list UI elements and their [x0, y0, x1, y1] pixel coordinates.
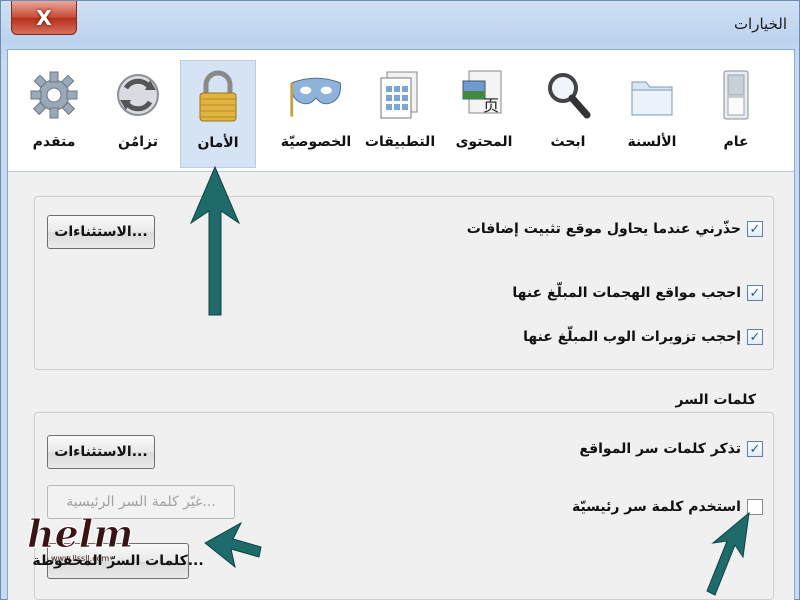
gear-icon: [26, 64, 82, 126]
tab-applications[interactable]: التطبيقات: [362, 60, 438, 168]
applications-icon: [372, 64, 428, 126]
block-attack-sites-checkbox[interactable]: ✓: [747, 285, 763, 301]
block-attack-sites-row[interactable]: ✓ احجب مواقع الهجمات المبلّغ عنها: [512, 285, 763, 301]
block-forgeries-row[interactable]: ✓ إحجب تزويرات الوب المبلّغ عنها: [523, 329, 763, 345]
warn-addons-checkbox[interactable]: ✓: [747, 221, 763, 237]
tab-label: ابحث: [550, 134, 586, 150]
tab-label: عام: [723, 134, 749, 150]
block-attack-sites-label: احجب مواقع الهجمات المبلّغ عنها: [512, 285, 741, 301]
tab-tabs[interactable]: الألسنة: [614, 60, 690, 168]
padlock-icon: [190, 65, 246, 127]
category-toolbar: عام الألسنة ابحث 页 المحتوى التطبيقات الخ…: [8, 50, 794, 172]
remember-passwords-checkbox[interactable]: ✓: [747, 441, 763, 457]
annotation-arrow-diagonal-icon: [706, 511, 750, 596]
window-title: الخيارات: [733, 15, 787, 33]
tab-privacy[interactable]: الخصوصيّة: [274, 60, 358, 168]
password-exceptions-button[interactable]: الاستثناءات...: [47, 435, 155, 469]
tab-label: تزامُن: [117, 134, 159, 150]
annotation-arrow-up-icon: [189, 165, 241, 316]
tab-search[interactable]: ابحث: [530, 60, 606, 168]
tab-general[interactable]: عام: [698, 60, 774, 168]
tab-label: الأمان: [197, 135, 239, 151]
sync-icon: [110, 64, 166, 126]
mask-icon: [288, 64, 344, 126]
security-group: ✓ حذّرني عندما يحاول موقع تثبيت إضافات ا…: [34, 196, 774, 370]
switch-icon: [708, 64, 764, 126]
warn-addons-label: حذّرني عندما يحاول موقع تثبيت إضافات: [466, 221, 741, 237]
tab-sync[interactable]: تزامُن: [100, 60, 176, 168]
svg-text:helm: helm: [27, 511, 133, 556]
tab-label: متقدم: [32, 134, 76, 150]
tab-label: الألسنة: [627, 134, 677, 150]
content-page-icon: 页: [456, 64, 512, 126]
tab-label: المحتوى: [455, 134, 513, 150]
addon-exceptions-button[interactable]: الاستثناءات...: [47, 215, 155, 249]
folder-tabs-icon: [624, 64, 680, 126]
options-window: X الخيارات عام الألسنة ابحث 页 المحتوى ال…: [0, 0, 800, 600]
remember-passwords-label: تذكر كلمات سر المواقع: [579, 441, 741, 457]
passwords-section-title: كلمات السر: [675, 392, 756, 408]
block-forgeries-checkbox[interactable]: ✓: [747, 329, 763, 345]
tab-label: الخصوصيّة: [280, 134, 352, 150]
svg-text:www.llssll.com: www.llssll.com: [51, 554, 110, 563]
close-icon: X: [36, 5, 52, 30]
tab-security[interactable]: الأمان: [180, 60, 256, 168]
svg-text:页: 页: [483, 96, 499, 115]
tab-advanced[interactable]: متقدم: [16, 60, 92, 168]
annotation-arrow-left-icon: [204, 521, 262, 569]
warn-addons-row[interactable]: ✓ حذّرني عندما يحاول موقع تثبيت إضافات: [467, 221, 763, 237]
magnifier-icon: [540, 64, 596, 126]
block-forgeries-label: إحجب تزويرات الوب المبلّغ عنها: [523, 329, 741, 345]
tab-label: التطبيقات: [364, 134, 436, 150]
passwords-group: ✓ تذكر كلمات سر المواقع الاستثناءات... ا…: [32, 412, 774, 600]
remember-passwords-row[interactable]: ✓ تذكر كلمات سر المواقع: [579, 441, 763, 457]
close-button[interactable]: X: [11, 1, 77, 35]
tab-content[interactable]: 页 المحتوى: [446, 60, 522, 168]
watermark-logo: helm www.llssll.com: [25, 509, 135, 565]
